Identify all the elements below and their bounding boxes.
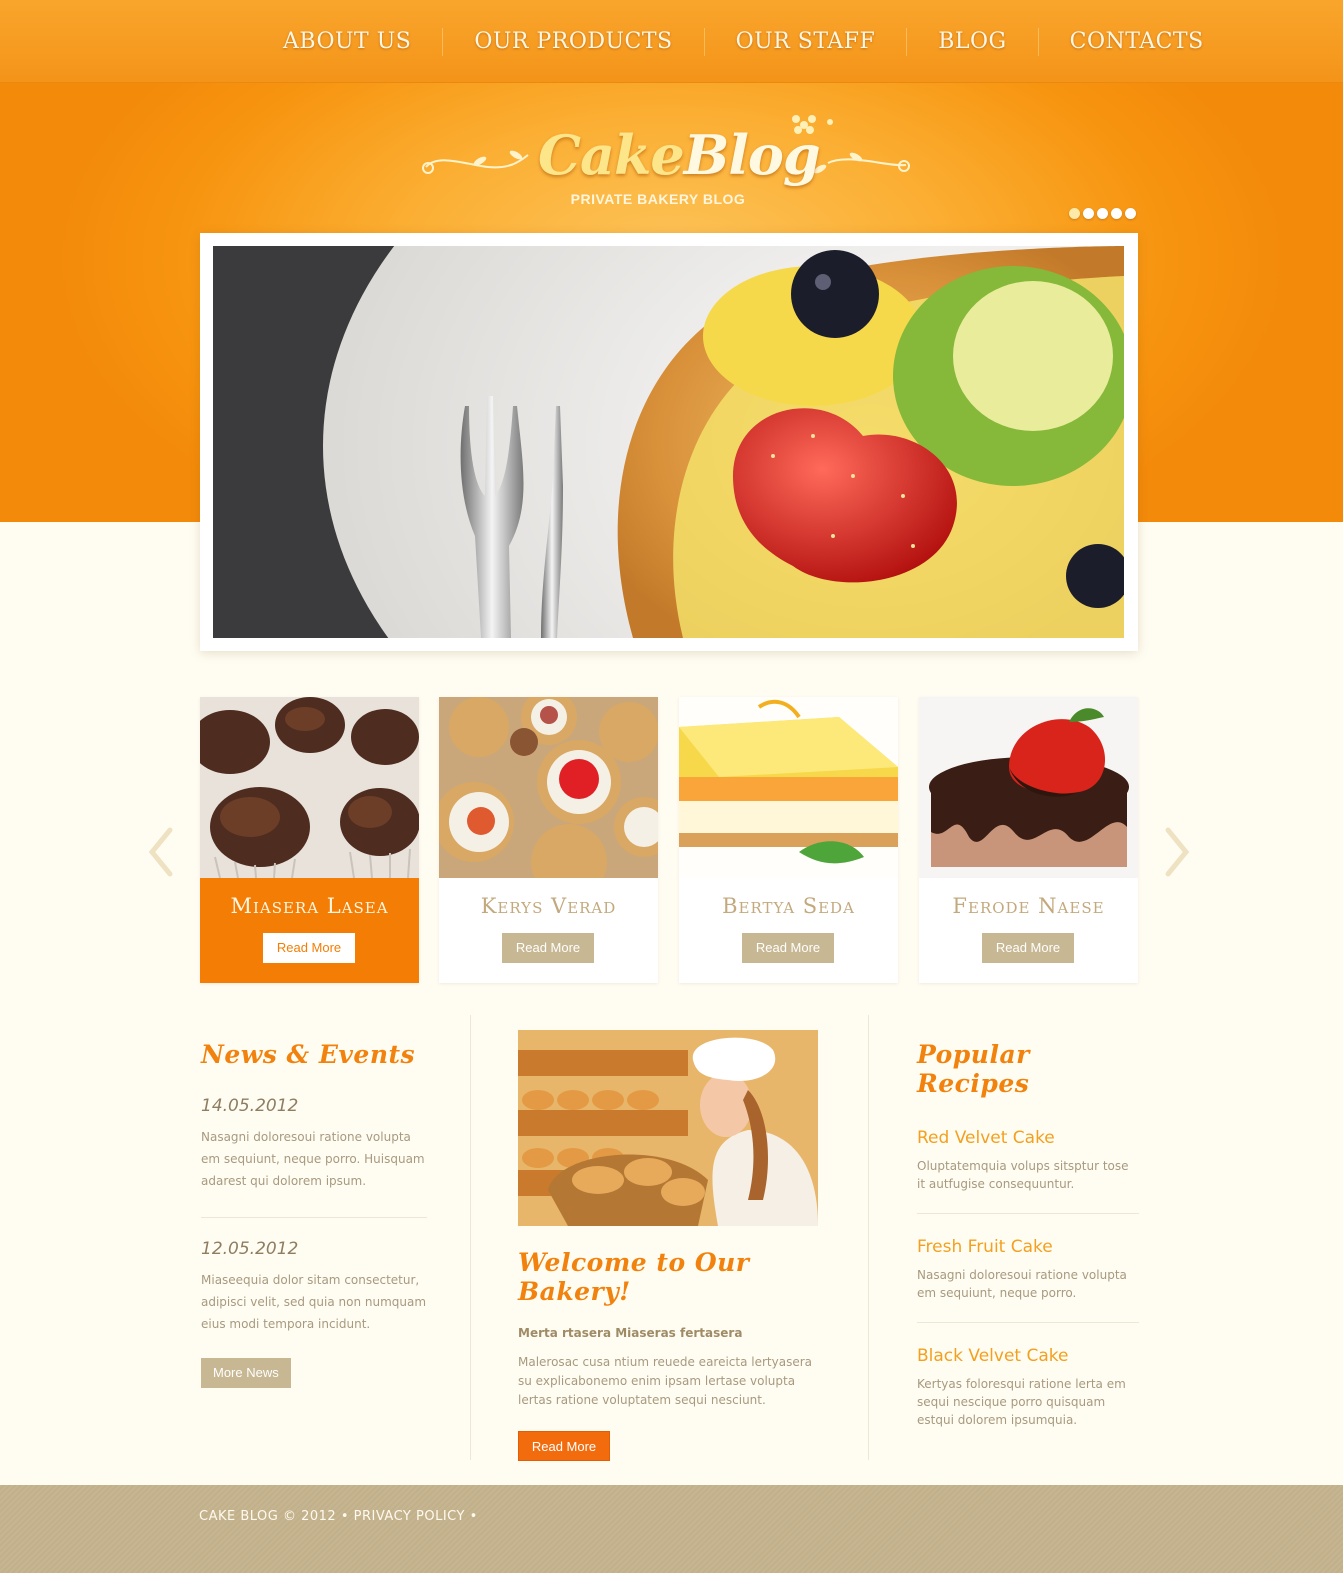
- main-nav: ABOUT US OUR PRODUCTS OUR STAFF BLOG CON…: [252, 0, 1235, 83]
- welcome-read-more-button[interactable]: Read More: [518, 1431, 610, 1461]
- divider: [201, 1217, 427, 1218]
- product-image-chocolate-muffins: [200, 697, 419, 878]
- carousel-next-arrow[interactable]: [1162, 826, 1192, 878]
- product-title: Kerys Verad: [480, 894, 617, 918]
- divider: [917, 1322, 1139, 1323]
- hero-slider: [200, 233, 1138, 651]
- recipe-link[interactable]: Fresh Fruit Cake: [917, 1237, 1139, 1257]
- nav-blog[interactable]: BLOG: [907, 27, 1039, 56]
- read-more-button[interactable]: Read More: [502, 933, 594, 963]
- news-date[interactable]: 14.05.2012: [201, 1096, 427, 1116]
- product-carousel: Miasera Lasea Read More Kerys Verad Read…: [200, 697, 1138, 983]
- news-text: Miaseequia dolor sitam consectetur, adip…: [201, 1273, 427, 1331]
- product-title: Miasera Lasea: [230, 894, 389, 918]
- divider: [917, 1213, 1139, 1214]
- product-image-cookies: [439, 697, 658, 878]
- column-divider: [868, 1015, 869, 1460]
- read-more-button[interactable]: Read More: [263, 933, 355, 963]
- welcome-text: Malerosac cusa ntium reuede eareicta ler…: [518, 1355, 813, 1407]
- privacy-policy-link[interactable]: PRIVACY POLICY: [354, 1509, 465, 1524]
- product-title: Ferode Naese: [952, 894, 1105, 918]
- popular-recipes-section: Popular Recipes Red Velvet Cake Oluptate…: [917, 1040, 1139, 1429]
- popular-recipes-heading: Popular Recipes: [917, 1040, 1030, 1098]
- recipe-text: Nasagni doloresoui ratione volupta em se…: [917, 1268, 1127, 1300]
- product-card[interactable]: Bertya Seda Read More: [679, 697, 898, 983]
- product-card[interactable]: Miasera Lasea Read More: [200, 697, 419, 983]
- read-more-button[interactable]: Read More: [982, 933, 1074, 963]
- recipe-text: Oluptatemquia volups sitsptur tose it au…: [917, 1159, 1129, 1191]
- slider-dot[interactable]: [1125, 208, 1136, 219]
- welcome-subtitle: Merta rtasera Miaseras fertasera: [518, 1326, 743, 1340]
- news-item: 14.05.2012 Nasagni doloresoui ratione vo…: [201, 1096, 427, 1192]
- recipe-text: Kertyas foloresqui ratione lerta em sequ…: [917, 1377, 1126, 1427]
- product-card[interactable]: Ferode Naese Read More: [919, 697, 1138, 983]
- slider-dot[interactable]: [1083, 208, 1094, 219]
- nav-our-products[interactable]: OUR PRODUCTS: [443, 27, 705, 56]
- nav-our-staff[interactable]: OUR STAFF: [705, 27, 908, 56]
- slider-dot[interactable]: [1111, 208, 1122, 219]
- site-logo[interactable]: CakeBlog PRIVATE BAKERY BLOG: [418, 105, 912, 215]
- chevron-left-icon: [148, 827, 173, 877]
- nav-about-us[interactable]: ABOUT US: [252, 27, 444, 56]
- logo-tagline: PRIVATE BAKERY BLOG: [570, 191, 746, 207]
- slider-pagination: [1069, 208, 1136, 219]
- more-news-button[interactable]: More News: [201, 1358, 291, 1388]
- product-title: Bertya Seda: [722, 894, 855, 918]
- news-item: 12.05.2012 Miaseequia dolor sitam consec…: [201, 1239, 427, 1335]
- news-events-heading: News & Events: [201, 1040, 416, 1069]
- carousel-prev-arrow[interactable]: [146, 826, 176, 878]
- slider-dot[interactable]: [1069, 208, 1080, 219]
- welcome-heading: Welcome to Our Bakery!: [518, 1248, 750, 1306]
- recipe-item: Black Velvet Cake Kertyas foloresqui rat…: [917, 1346, 1139, 1429]
- logo-wordmark: CakeBlog: [538, 123, 821, 187]
- news-date[interactable]: 12.05.2012: [201, 1239, 427, 1259]
- news-text: Nasagni doloresoui ratione volupta em se…: [201, 1130, 425, 1188]
- product-card[interactable]: Kerys Verad Read More: [439, 697, 658, 983]
- recipe-item: Fresh Fruit Cake Nasagni doloresoui rati…: [917, 1237, 1139, 1302]
- top-navigation-bar: ABOUT US OUR PRODUCTS OUR STAFF BLOG CON…: [0, 0, 1343, 83]
- footer: CAKE BLOG © 2012 • PRIVACY POLICY •: [0, 1485, 1343, 1573]
- hero-image-fruit-tart: [213, 246, 1124, 638]
- chevron-right-icon: [1165, 827, 1190, 877]
- nav-contacts[interactable]: CONTACTS: [1039, 28, 1235, 56]
- column-divider: [470, 1015, 471, 1460]
- product-image-chocolate-strawberry-cake: [919, 697, 1138, 878]
- footer-copyright: CAKE BLOG © 2012: [199, 1509, 337, 1524]
- logo-word-cake: Cake: [538, 123, 685, 187]
- recipe-link[interactable]: Black Velvet Cake: [917, 1346, 1139, 1366]
- logo-word-blog: Blog: [683, 123, 821, 187]
- welcome-section: Welcome to Our Bakery! Merta rtasera Mia…: [518, 1030, 823, 1461]
- footer-links: CAKE BLOG © 2012 • PRIVACY POLICY •: [199, 1509, 478, 1524]
- footer-separator: •: [340, 1509, 350, 1524]
- product-image-lemon-cake-slice: [679, 697, 898, 878]
- read-more-button[interactable]: Read More: [742, 933, 834, 963]
- baker-photo: [518, 1030, 818, 1226]
- recipe-link[interactable]: Red Velvet Cake: [917, 1128, 1139, 1148]
- recipe-item: Red Velvet Cake Oluptatemquia volups sit…: [917, 1128, 1139, 1193]
- footer-separator: •: [469, 1509, 478, 1524]
- news-events-section: News & Events 14.05.2012 Nasagni dolores…: [201, 1040, 427, 1388]
- slider-dot[interactable]: [1097, 208, 1108, 219]
